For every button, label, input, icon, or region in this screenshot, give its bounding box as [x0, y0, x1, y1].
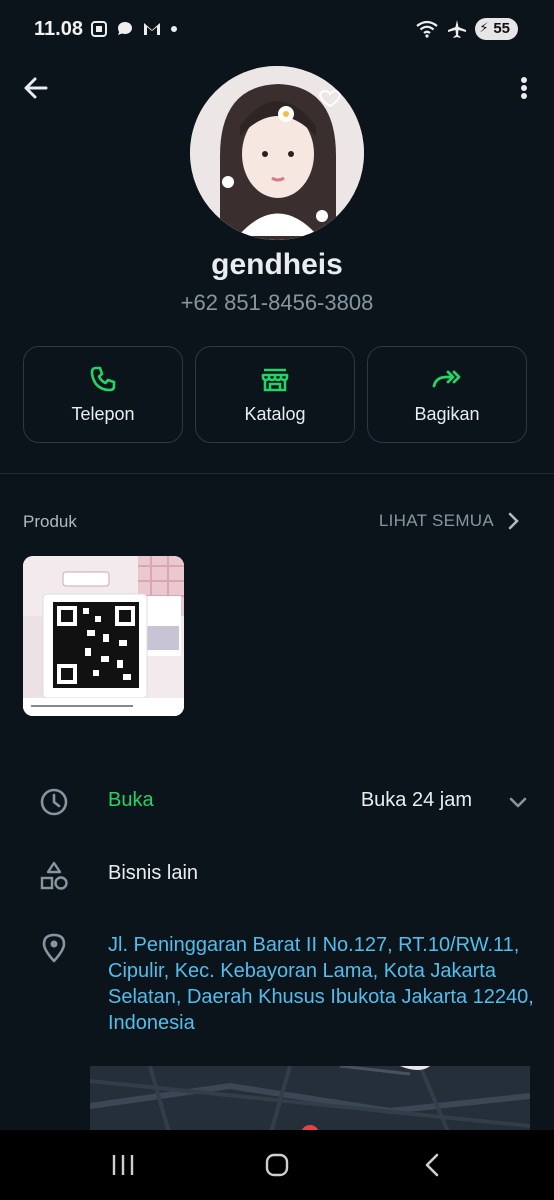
chevron-right-icon — [508, 512, 519, 530]
storefront-icon — [261, 368, 289, 392]
share-button[interactable]: Bagikan — [367, 346, 527, 443]
call-button[interactable]: Telepon — [23, 346, 183, 443]
back-nav-icon[interactable] — [418, 1150, 448, 1180]
shapes-icon — [40, 861, 68, 890]
status-bar: 11.08 ⚡ 55 — [0, 0, 554, 60]
dot-icon — [171, 26, 177, 32]
more-vertical-icon[interactable] — [514, 72, 534, 104]
contact-name: gendheis — [211, 248, 343, 281]
battery-level: 55 — [493, 20, 510, 37]
share-button-label: Bagikan — [414, 404, 480, 424]
clock-icon — [40, 788, 68, 816]
battery-icon: ⚡ 55 — [475, 18, 518, 40]
wifi-icon — [416, 20, 438, 38]
address-row[interactable]: Jl. Peninggaran Barat II No.127, RT.10/R… — [0, 932, 554, 1042]
status-time: 11.08 — [34, 18, 83, 40]
screenshot-icon — [91, 21, 107, 37]
action-buttons: Telepon Katalog Bagikan — [23, 346, 527, 443]
location-pin-icon — [42, 933, 66, 963]
profile-avatar[interactable] — [190, 66, 364, 240]
business-address[interactable]: Jl. Peninggaran Barat II No.127, RT.10/R… — [108, 932, 538, 1036]
see-all-link[interactable]: LIHAT SEMUA — [379, 511, 520, 531]
map-image — [90, 1066, 530, 1136]
business-category: Bisnis lain — [108, 862, 199, 884]
arrow-left-icon[interactable] — [20, 72, 52, 104]
catalog-button-label: Katalog — [244, 404, 306, 424]
system-navigation-bar — [0, 1130, 554, 1200]
product-item[interactable] — [23, 556, 184, 716]
status-icons-left — [90, 20, 178, 38]
hours-detail: Buka 24 jam — [360, 789, 472, 811]
product-image — [23, 556, 184, 716]
business-hours-row[interactable]: Buka Buka 24 jam — [0, 786, 554, 818]
chevron-down-icon[interactable] — [508, 792, 528, 812]
hours-status: Buka — [108, 789, 154, 811]
recent-apps-icon[interactable] — [108, 1150, 138, 1180]
call-button-label: Telepon — [71, 404, 135, 424]
map-preview[interactable] — [90, 1066, 530, 1136]
produk-section-title: Produk — [23, 512, 77, 531]
avatar-photo — [190, 66, 364, 240]
share-forward-icon — [432, 370, 461, 388]
business-category-row: Bisnis lain — [0, 858, 554, 890]
phone-icon — [90, 366, 116, 392]
see-all-label: LIHAT SEMUA — [378, 511, 494, 530]
airplane-icon — [448, 20, 467, 38]
chat-bubble-icon — [118, 22, 132, 35]
catalog-button[interactable]: Katalog — [195, 346, 355, 443]
contact-info-screen: 11.08 ⚡ 55 gendheis +62 851-8456-3808 Te… — [0, 0, 554, 1200]
contact-phone[interactable]: +62 851-8456-3808 — [0, 290, 554, 316]
gmail-icon — [144, 23, 160, 35]
section-divider — [0, 473, 554, 474]
status-icons-right: ⚡ 55 — [415, 18, 518, 40]
home-icon[interactable] — [262, 1150, 292, 1180]
battery-bolt-icon: ⚡ — [479, 20, 489, 35]
